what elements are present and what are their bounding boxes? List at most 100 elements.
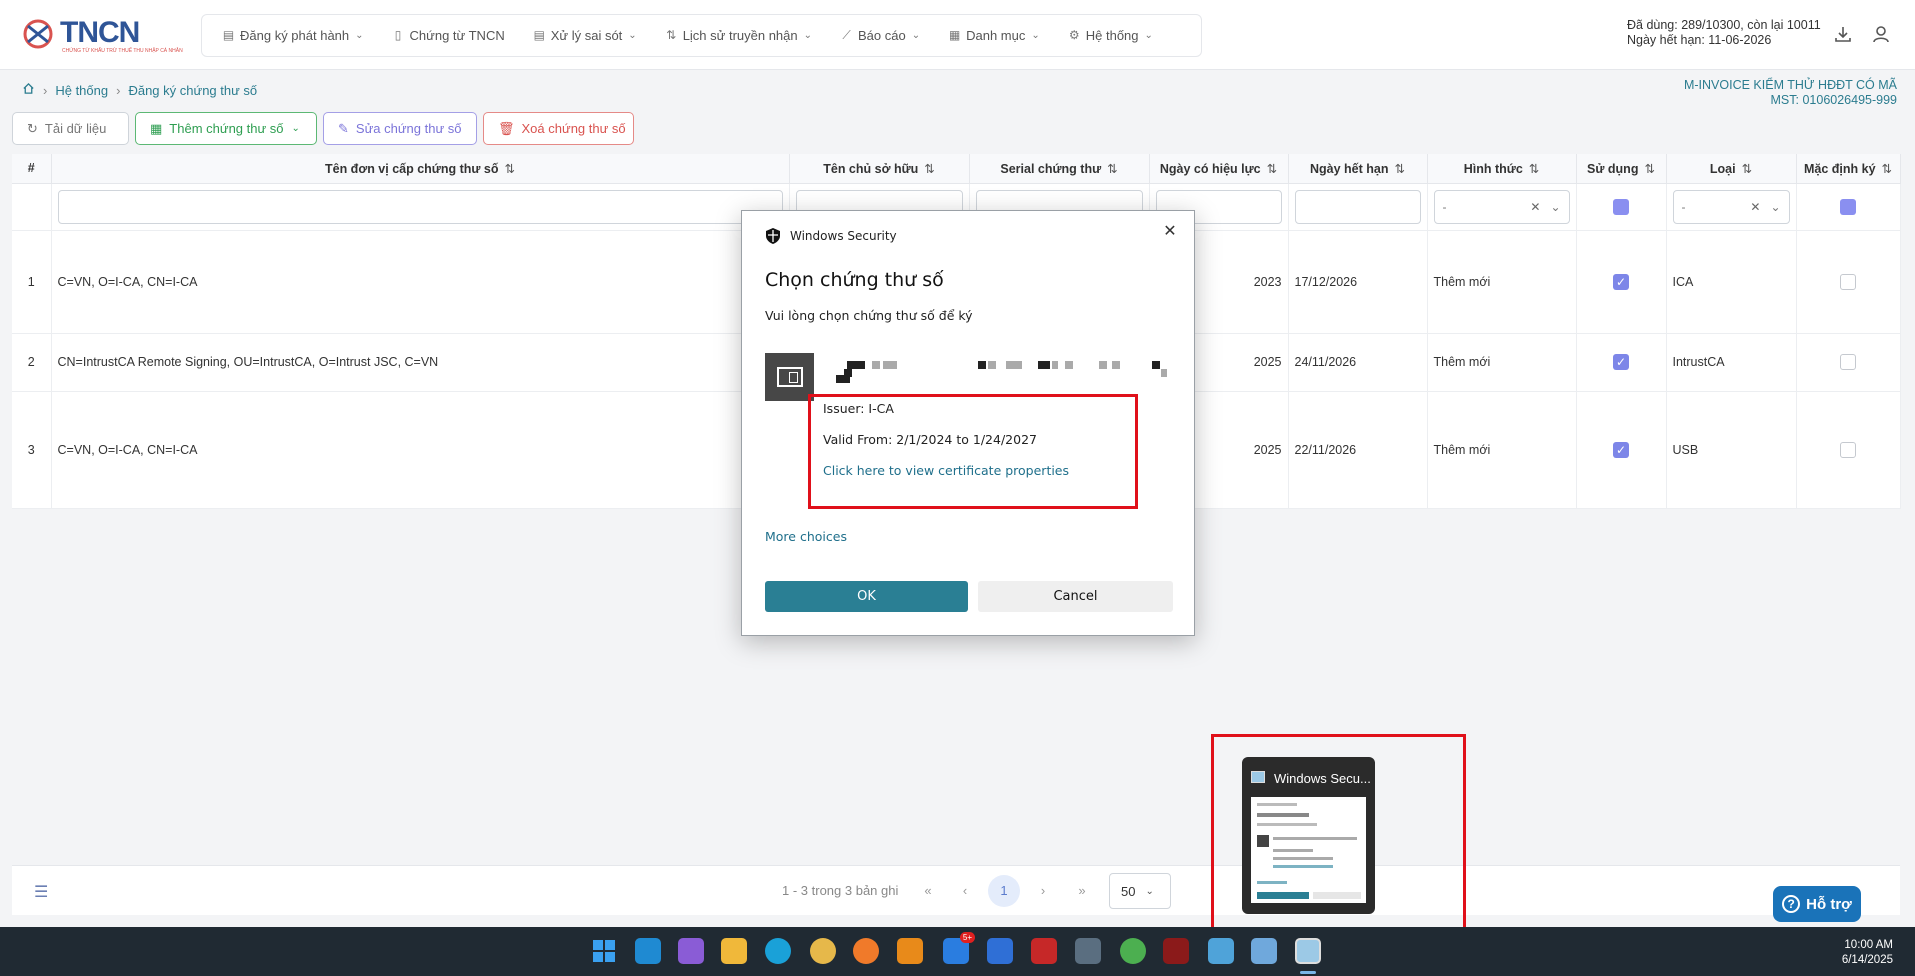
certificate-icon[interactable] — [765, 353, 814, 401]
vscode-icon[interactable] — [635, 938, 661, 964]
windows-start-icon[interactable] — [591, 938, 617, 964]
col-header-serial[interactable]: Serial chứng thư ⇅ — [969, 154, 1150, 184]
clear-icon[interactable]: ✕ — [1530, 200, 1540, 214]
clear-icon[interactable]: ✕ — [1750, 200, 1760, 214]
filter-form-select[interactable]: - ✕ ⌄ — [1433, 189, 1570, 224]
chevron-down-icon: ⌄ — [355, 30, 364, 41]
col-header-no: # — [12, 154, 52, 184]
last-page-button[interactable]: » — [1066, 875, 1098, 907]
chevron-right-icon: › — [116, 82, 121, 98]
ok-button[interactable]: OK — [765, 581, 968, 612]
logo[interactable]: TNCN CHỨNG TỪ KHẤU TRỪ THUẾ THU NHẬP CÁ … — [20, 14, 183, 58]
file-explorer-icon[interactable] — [721, 938, 747, 964]
pagination-bar: ☰ 1 - 3 trong 3 bản ghi « ‹ 1 › » 50 ⌄ — [12, 865, 1900, 915]
sort-icon: ⇅ — [504, 161, 515, 176]
logo-subtitle: CHỨNG TỪ KHẤU TRỪ THUẾ THU NHẬP CÁ NHÂN — [62, 48, 183, 54]
col-header-form[interactable]: Hình thức ⇅ — [1427, 154, 1577, 184]
chrome-icon[interactable] — [1120, 938, 1146, 964]
dialog-header: Windows Security — [766, 228, 897, 244]
default-sign-checkbox[interactable] — [1840, 273, 1856, 290]
home-icon[interactable] — [22, 82, 35, 98]
col-header-default[interactable]: Mặc định ký ⇅ — [1796, 154, 1901, 184]
sort-icon: ⇅ — [1644, 161, 1655, 176]
col-header-in-use[interactable]: Sử dụng ⇅ — [1576, 154, 1667, 184]
trash-icon: 🗑 — [498, 120, 515, 136]
prev-page-button[interactable]: ‹ — [949, 875, 981, 907]
refresh-icon: ↻ — [27, 120, 38, 136]
more-choices-link[interactable]: More choices — [765, 529, 847, 544]
system-clock[interactable]: 10:00 AM 6/14/2025 — [1842, 938, 1893, 968]
dialog-subtitle: Vui lòng chọn chứng thư số để ký — [765, 308, 973, 323]
app-icon[interactable] — [987, 938, 1013, 964]
in-use-checkbox[interactable]: ✓ — [1613, 273, 1629, 290]
filter-in-use-checkbox[interactable] — [1613, 198, 1629, 215]
sort-icon: ⇅ — [1394, 161, 1405, 176]
page-size-select[interactable]: 50 ⌄ — [1109, 873, 1171, 909]
active-indicator — [1300, 971, 1316, 974]
nav-bao-cao[interactable]: ⟋ Báo cáo ⌄ — [840, 28, 920, 43]
next-page-button[interactable]: › — [1027, 875, 1059, 907]
col-header-type[interactable]: Loại ⇅ — [1666, 154, 1797, 184]
company-name: M-INVOICE KIỂM THỬ HĐĐT CÓ MÃ — [1683, 78, 1897, 92]
col-header-owner[interactable]: Tên chủ sở hữu ⇅ — [789, 154, 970, 184]
col-header-issuer[interactable]: Tên đơn vị cấp chứng thư số ⇅ — [51, 154, 790, 184]
col-header-valid-to[interactable]: Ngày hết hạn ⇅ — [1288, 154, 1428, 184]
nav-danh-muc[interactable]: ▦ Danh mục ⌄ — [948, 28, 1040, 43]
calculator-icon[interactable] — [1075, 938, 1101, 964]
close-icon[interactable]: ✕ — [1160, 221, 1180, 240]
default-sign-checkbox[interactable] — [1840, 354, 1856, 370]
nav-he-thong[interactable]: ⚙ Hệ thống ⌄ — [1068, 28, 1153, 43]
main-nav: ▤ Đăng ký phát hành ⌄ ▯ Chứng từ TNCN ▤ Xử l… — [201, 14, 1202, 57]
visual-studio-icon[interactable] — [678, 938, 704, 964]
app-icon[interactable] — [1163, 938, 1189, 964]
usage-count: Đã dùng: 289/10300, còn lại 10011 — [1627, 18, 1821, 32]
company-tax-code: MST: 0106026495-999 — [1770, 93, 1897, 107]
list-icon[interactable]: ☰ — [34, 882, 48, 902]
cancel-button[interactable]: Cancel — [978, 581, 1173, 612]
nav-chung-tu-tncn[interactable]: ▯ Chứng từ TNCN — [392, 28, 505, 43]
add-certificate-button[interactable]: ▦ Thêm chứng thư số ⌄ — [135, 112, 317, 145]
windows-security-taskbar-icon[interactable] — [1295, 938, 1321, 964]
app-icon[interactable] — [1031, 938, 1057, 964]
edit-certificate-button[interactable]: ✎ Sửa chứng thư số — [323, 112, 477, 145]
expiry-date: Ngày hết hạn: 11-06-2026 — [1627, 33, 1772, 47]
in-use-checkbox[interactable]: ✓ — [1613, 354, 1629, 370]
window-icon[interactable] — [1251, 938, 1277, 964]
delete-certificate-button[interactable]: 🗑 Xoá chứng thư số — [483, 112, 634, 145]
shield-icon — [766, 228, 780, 244]
filter-default-checkbox[interactable] — [1840, 198, 1856, 215]
col-header-valid-from[interactable]: Ngày có hiệu lực ⇅ — [1149, 154, 1289, 184]
pager-summary: 1 - 3 trong 3 bản ghi — [782, 883, 899, 898]
chart-icon: ⟋ — [842, 28, 851, 42]
postman-icon[interactable] — [853, 938, 879, 964]
download-icon[interactable] — [1832, 24, 1854, 46]
help-button[interactable]: ? Hỗ trợ — [1773, 886, 1861, 922]
edit-document-icon: ▤ — [533, 28, 545, 42]
user-icon[interactable] — [1870, 24, 1892, 46]
breadcrumb-item-he-thong[interactable]: Hệ thống — [55, 83, 108, 98]
edge-icon[interactable] — [765, 938, 791, 964]
filter-valid-to-input[interactable] — [1294, 189, 1421, 224]
chrome-icon[interactable] — [810, 938, 836, 964]
zalo-icon[interactable]: 5+ — [943, 932, 975, 964]
nav-lich-su-truyen-nhan[interactable]: ⇅ Lịch sử truyền nhận ⌄ — [665, 28, 812, 43]
dialog-app-name: Windows Security — [790, 229, 897, 243]
sort-icon: ⇅ — [1741, 161, 1753, 176]
in-use-checkbox[interactable]: ✓ — [1613, 441, 1629, 458]
first-page-button[interactable]: « — [912, 875, 944, 907]
nav-dang-ky-phat-hanh[interactable]: ▤ Đăng ký phát hành ⌄ — [222, 28, 364, 43]
highlight-box-certificate-details — [808, 394, 1138, 509]
reload-button[interactable]: ↻ Tải dữ liệu — [12, 112, 129, 145]
table-header: # Tên đơn vị cấp chứng thư số ⇅ Tên chủ s… — [12, 154, 1901, 184]
page-number-button[interactable]: 1 — [988, 875, 1020, 907]
grid-icon: ▦ — [150, 120, 163, 136]
sort-icon: ⇅ — [924, 161, 935, 176]
filter-type-select[interactable]: - ✕ ⌄ — [1672, 189, 1790, 224]
nav-xu-ly-sai-sot[interactable]: ▤ Xử lý sai sót ⌄ — [533, 28, 637, 43]
help-icon: ? — [1782, 895, 1801, 913]
default-sign-checkbox[interactable] — [1840, 441, 1856, 458]
paint-icon[interactable] — [1208, 938, 1234, 964]
sublime-icon[interactable] — [897, 938, 923, 964]
breadcrumb-item-current: Đăng ký chứng thư số — [128, 82, 258, 98]
filter-issuer-input[interactable] — [57, 189, 783, 224]
